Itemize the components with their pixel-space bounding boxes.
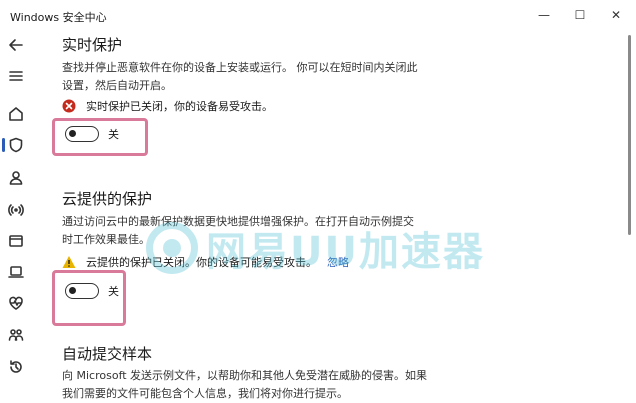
sidebar bbox=[0, 30, 36, 400]
realtime-toggle-switch[interactable] bbox=[65, 126, 99, 142]
sample-title: 自动提交样本 bbox=[62, 345, 153, 363]
home-icon bbox=[9, 107, 23, 121]
cloud-status-text: 云提供的保护已关闭。你的设备可能易受攻击。 bbox=[86, 256, 317, 269]
realtime-description: 查找并停止恶意软件在你的设备上安装或运行。 你可以在短时间内关闭此 设置，然后自… bbox=[62, 59, 472, 95]
cloud-desc-line2: 时工作效果最佳。 bbox=[62, 233, 150, 246]
sidebar-item-app-browser[interactable] bbox=[5, 230, 27, 252]
cloud-status: 云提供的保护已关闭。你的设备可能易受攻击。 忽略 bbox=[62, 254, 349, 270]
close-button[interactable]: ✕ bbox=[604, 6, 628, 24]
menu-button[interactable] bbox=[5, 65, 27, 87]
sidebar-item-family[interactable] bbox=[5, 324, 27, 346]
shield-icon bbox=[9, 137, 23, 153]
sidebar-item-home[interactable] bbox=[5, 103, 27, 125]
cloud-title: 云提供的保护 bbox=[62, 190, 153, 208]
heart-pulse-icon bbox=[9, 296, 23, 310]
realtime-toggle[interactable]: 关 bbox=[65, 126, 119, 142]
wifi-signal-icon bbox=[8, 204, 24, 216]
cloud-toggle[interactable]: 关 bbox=[65, 283, 119, 299]
realtime-desc-line2: 设置，然后自动开启。 bbox=[62, 79, 172, 92]
back-button[interactable] bbox=[5, 34, 27, 56]
sidebar-item-firewall[interactable] bbox=[5, 199, 27, 221]
warning-icon bbox=[62, 255, 76, 269]
realtime-title: 实时保护 bbox=[62, 36, 123, 54]
cloud-description: 通过访问云中的最新保护数据更快地提供增强保护。在打开自动示例提交 时工作效果最佳… bbox=[62, 213, 472, 249]
person-icon bbox=[9, 171, 23, 185]
scrollbar[interactable] bbox=[628, 35, 631, 235]
sample-desc-line2: 我们需要的文件可能包含个人信息，我们将对你进行提示。 bbox=[62, 387, 348, 400]
cloud-toggle-label: 关 bbox=[108, 285, 119, 298]
sidebar-item-account[interactable] bbox=[5, 167, 27, 189]
cloud-toggle-switch[interactable] bbox=[65, 283, 99, 299]
sidebar-item-device-health[interactable] bbox=[5, 292, 27, 314]
sample-desc-line1: 向 Microsoft 发送示例文件，以帮助你和其他人免受潜在威胁的侵害。如果 bbox=[62, 369, 428, 382]
realtime-status: 实时保护已关闭，你的设备易受攻击。 bbox=[62, 98, 273, 114]
family-icon bbox=[8, 329, 24, 341]
back-arrow-icon bbox=[9, 39, 23, 51]
browser-window-icon bbox=[9, 235, 23, 247]
realtime-status-text: 实时保护已关闭，你的设备易受攻击。 bbox=[86, 100, 273, 113]
hamburger-menu-icon bbox=[9, 71, 23, 81]
ignore-link[interactable]: 忽略 bbox=[327, 254, 349, 270]
main-content: 实时保护 查找并停止恶意软件在你的设备上安装或运行。 你可以在短时间内关闭此 设… bbox=[52, 0, 607, 403]
realtime-desc-line1: 查找并停止恶意软件在你的设备上安装或运行。 你可以在短时间内关闭此 bbox=[62, 61, 418, 74]
sidebar-item-history[interactable] bbox=[5, 356, 27, 378]
laptop-icon bbox=[8, 266, 24, 278]
history-icon bbox=[10, 360, 22, 373]
sample-description: 向 Microsoft 发送示例文件，以帮助你和其他人免受潜在威胁的侵害。如果 … bbox=[62, 367, 482, 403]
sidebar-item-virus-protection[interactable] bbox=[2, 134, 27, 156]
cloud-desc-line1: 通过访问云中的最新保护数据更快地提供增强保护。在打开自动示例提交 bbox=[62, 215, 414, 228]
sidebar-item-device-security[interactable] bbox=[5, 261, 27, 283]
realtime-toggle-label: 关 bbox=[108, 128, 119, 141]
error-icon bbox=[62, 99, 76, 113]
